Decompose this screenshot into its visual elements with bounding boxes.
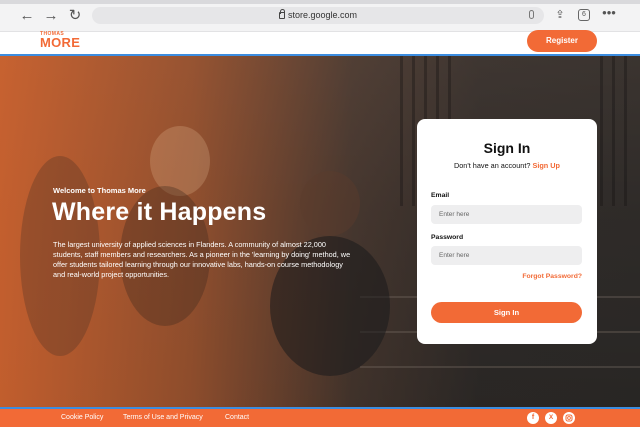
sign-in-title: Sign In (483, 140, 531, 156)
no-account-label: Don't have an account? (453, 161, 531, 170)
back-arrow-icon[interactable]: ← (18, 8, 36, 24)
password-field[interactable] (431, 246, 582, 265)
photo-detail (412, 56, 415, 206)
no-account-text: Don't have an account? Sign Up (417, 161, 597, 170)
hero-welcome: Welcome to Thomas More (53, 186, 146, 195)
photo-detail (612, 56, 615, 206)
forward-arrow-icon[interactable]: → (42, 8, 60, 24)
x-icon[interactable]: X (545, 412, 557, 424)
logo-main-text: MORE (40, 35, 81, 50)
thomas-more-logo[interactable]: THOMAS MORE (40, 31, 100, 49)
terms-privacy-link[interactable]: Terms of Use and Privacy (123, 414, 203, 421)
microphone-icon[interactable] (529, 10, 534, 19)
lock-icon (278, 9, 285, 19)
email-field[interactable] (431, 205, 582, 224)
reload-icon[interactable]: ↻ (66, 8, 84, 24)
tabs-count: 6 (582, 11, 586, 18)
photo-detail (400, 56, 403, 206)
address-bar[interactable]: store.google.com (92, 7, 544, 24)
site-footer: Cookie Policy Terms of Use and Privacy C… (0, 409, 640, 427)
sign-in-button[interactable]: Sign In (431, 302, 582, 323)
photo-detail (624, 56, 627, 206)
sign-up-link[interactable]: Sign Up (532, 161, 560, 170)
window-top-strip (0, 0, 640, 4)
register-button[interactable]: Register (527, 30, 597, 52)
contact-link[interactable]: Contact (225, 414, 249, 421)
photo-person (300, 171, 360, 236)
photo-detail (600, 56, 603, 206)
hero-title: Where it Happens (52, 198, 267, 226)
sign-in-card: Sign In Don't have an account? Sign Up E… (417, 119, 597, 344)
forgot-password-link[interactable]: Forgot Password? (522, 273, 582, 280)
tabs-icon[interactable]: 6 (578, 9, 590, 21)
photo-stair-edge (360, 366, 640, 368)
password-label: Password (431, 234, 464, 241)
address-url: store.google.com (287, 10, 358, 20)
cookie-policy-link[interactable]: Cookie Policy (61, 414, 103, 421)
share-icon[interactable]: ⇪ (553, 8, 567, 22)
email-label: Email (431, 192, 450, 199)
facebook-icon[interactable]: f (527, 412, 539, 424)
instagram-icon[interactable] (563, 412, 575, 424)
more-options-icon[interactable]: ••• (601, 6, 617, 20)
hero-description: The largest university of applied scienc… (53, 240, 351, 279)
browser-toolbar: ← → ↻ store.google.com ⇪ 6 ••• (0, 0, 640, 32)
